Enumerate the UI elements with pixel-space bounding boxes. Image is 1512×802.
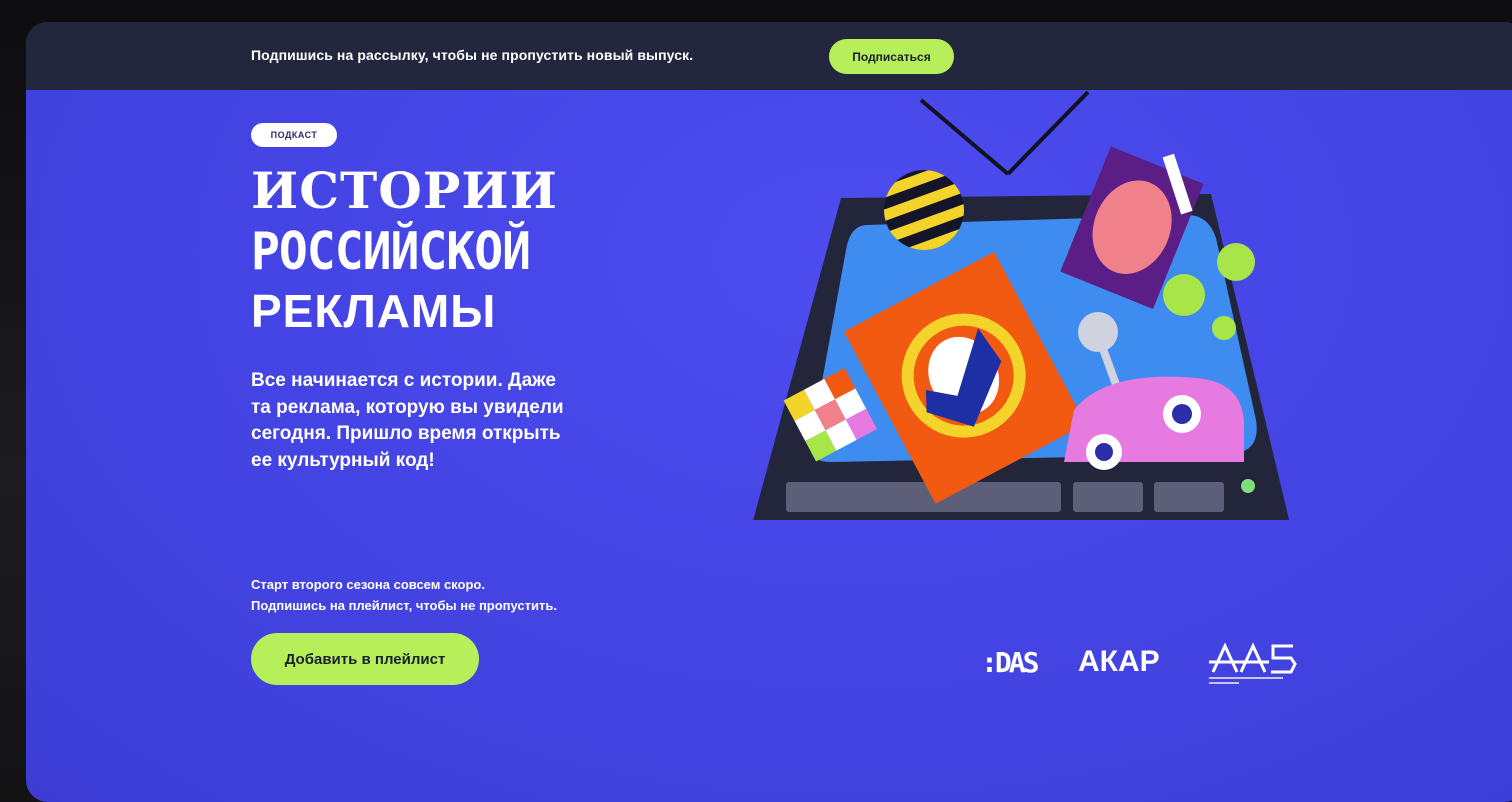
newsletter-banner-text: Подпишись на рассылку, чтобы не пропусти… — [251, 47, 694, 63]
akap-logo: АКАР — [1078, 645, 1160, 678]
newsletter-banner: Подпишись на рассылку, чтобы не пропусти… — [26, 22, 1512, 90]
retro-tv-illustration — [746, 90, 1306, 528]
title-line-2: РОССИЙСКОЙ — [251, 221, 531, 283]
season-line: Подпишись на плейлист, чтобы не пропусти… — [251, 597, 557, 613]
season-line: Старт второго сезона совсем скоро. — [251, 577, 485, 592]
hero-frame: Подпишись на рассылку, чтобы не пропусти… — [26, 22, 1512, 802]
description-line: та реклама, которую вы увидели — [251, 396, 564, 418]
title-line-1: ИСТОРИИ — [251, 161, 558, 220]
description-line: сегодня. Пришло время открыть — [251, 423, 561, 445]
aab-logo — [1209, 642, 1297, 684]
page-title: ИСТОРИИ РОССИЙСКОЙ РЕКЛАМЫ — [251, 161, 558, 337]
title-line-3: РЕКЛАМЫ — [251, 285, 497, 337]
season-announcement: Старт второго сезона совсем скоро. Подпи… — [251, 575, 557, 617]
subscribe-button[interactable]: Подписаться — [829, 39, 954, 74]
description-line: Все начинается с истории. Даже — [251, 370, 556, 391]
description-line: ее культурный код! — [251, 449, 435, 471]
add-to-playlist-button[interactable]: Добавить в плейлист — [251, 633, 479, 685]
das-logo: :DAS — [981, 646, 1039, 679]
podcast-badge: ПОДКАСТ — [251, 123, 337, 147]
hero-description: Все начинается с истории. Даже та реклам… — [251, 368, 641, 474]
